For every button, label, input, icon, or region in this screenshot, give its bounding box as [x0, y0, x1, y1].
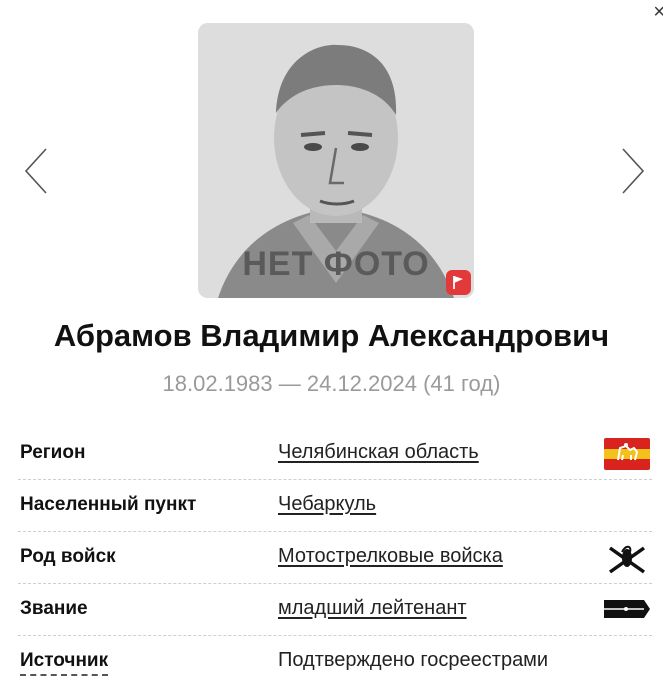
settlement-link[interactable]: Чебаркуль: [278, 493, 376, 516]
detail-row-source: Источник Подтверждено госреестрами: [18, 636, 652, 687]
report-flag-icon[interactable]: [446, 270, 471, 295]
motor-rifle-emblem-icon: [604, 542, 650, 581]
close-icon[interactable]: ×: [653, 2, 663, 22]
region-link[interactable]: Челябинская область: [278, 441, 479, 464]
source-label[interactable]: Источник: [20, 650, 109, 676]
detail-row-settlement: Населенный пункт Чебаркуль: [18, 480, 652, 532]
detail-row-branch: Род войск Мотострелковые войска: [18, 532, 652, 584]
source-value: Подтверждено госреестрами: [278, 649, 549, 671]
detail-row-region: Регион Челябинская область: [18, 428, 652, 480]
previous-arrow-icon[interactable]: [22, 146, 52, 196]
next-arrow-icon[interactable]: [617, 146, 647, 196]
detail-label: Населенный пункт: [20, 494, 197, 515]
detail-label: Род войск: [20, 546, 116, 567]
detail-label: Регион: [20, 442, 86, 463]
no-photo-label: НЕТ ФОТО: [242, 245, 430, 283]
rank-insignia-icon: [604, 598, 650, 625]
person-name: Абрамов Владимир Александрович: [53, 318, 610, 353]
life-dates: 18.02.1983 — 24.12.2024 (41 год): [162, 371, 501, 396]
region-flag-icon: [604, 438, 650, 475]
detail-label: Звание: [20, 598, 88, 619]
details-table: Регион Челябинская область Населенный пу…: [18, 428, 652, 687]
branch-link[interactable]: Мотострелковые войска: [278, 545, 503, 568]
portrait-photo: НЕТ ФОТО: [198, 23, 474, 298]
detail-row-rank: Звание младший лейтенант: [18, 584, 652, 636]
rank-link[interactable]: младший лейтенант: [278, 597, 467, 620]
